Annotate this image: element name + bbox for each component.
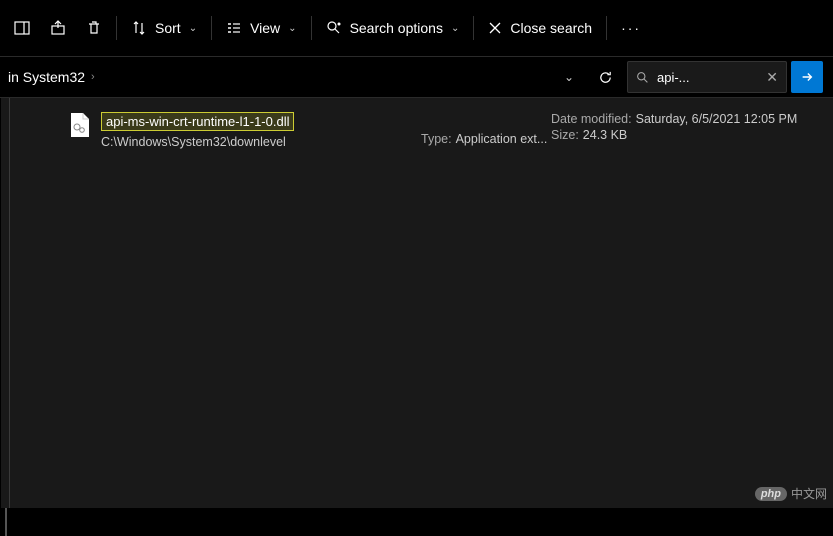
breadcrumb-text: in System32 (8, 69, 85, 85)
clear-search-button[interactable]: ✕ (758, 69, 786, 86)
separator (116, 16, 117, 40)
search-input[interactable]: api-... ✕ (627, 61, 787, 93)
chevron-down-icon: ⌄ (189, 23, 197, 34)
search-submit-button[interactable] (791, 61, 823, 93)
sort-button[interactable]: Sort ⌄ (121, 12, 207, 44)
close-search-button[interactable]: Close search (478, 12, 602, 44)
separator (311, 16, 312, 40)
share-icon[interactable] (40, 12, 76, 44)
watermark-text: 中文网 (791, 485, 827, 502)
search-query-text: api-... (657, 70, 758, 85)
toolbar: Sort ⌄ View ⌄ Search options ⌄ Close sea… (0, 0, 833, 56)
close-search-label: Close search (510, 20, 592, 36)
chevron-right-icon: › (91, 71, 95, 83)
address-bar-row: in System32 › ⌄ api-... ✕ (0, 56, 833, 98)
search-icon (628, 71, 657, 84)
history-dropdown-button[interactable]: ⌄ (551, 57, 587, 97)
view-icon (226, 20, 242, 36)
separator (211, 16, 212, 40)
arrow-right-icon (800, 70, 814, 84)
chevron-down-icon: ⌄ (451, 23, 459, 34)
search-options-icon (326, 20, 342, 36)
sort-label: Sort (155, 20, 181, 36)
search-results-pane: api-ms-win-crt-runtime-l1-1-0.dll C:\Win… (0, 98, 833, 508)
separator (606, 16, 607, 40)
separator (473, 16, 474, 40)
refresh-icon (598, 70, 613, 85)
more-icon: ··· (621, 20, 641, 36)
watermark: php 中文网 (755, 485, 827, 502)
details-pane-icon[interactable] (4, 12, 40, 44)
content-border (9, 98, 833, 508)
chevron-down-icon: ⌄ (564, 70, 574, 84)
more-button[interactable]: ··· (611, 12, 651, 44)
chevron-down-icon: ⌄ (288, 23, 296, 34)
scrollbar-thumb[interactable] (5, 508, 7, 536)
delete-icon[interactable] (76, 12, 112, 44)
close-icon (488, 21, 502, 35)
watermark-brand: php (755, 487, 787, 501)
refresh-button[interactable] (587, 57, 623, 97)
breadcrumb[interactable]: in System32 › (0, 57, 551, 97)
search-options-button[interactable]: Search options ⌄ (316, 12, 470, 44)
search-options-label: Search options (350, 20, 443, 36)
sort-icon (131, 20, 147, 36)
view-label: View (250, 20, 280, 36)
view-button[interactable]: View ⌄ (216, 12, 306, 44)
